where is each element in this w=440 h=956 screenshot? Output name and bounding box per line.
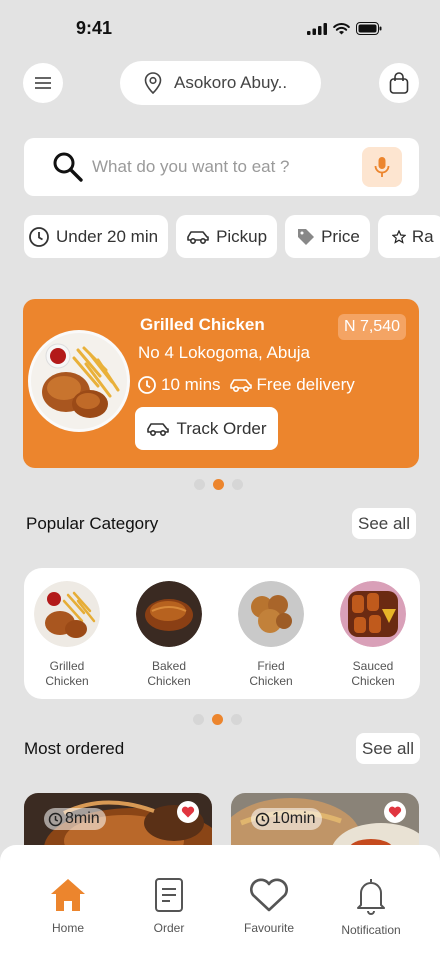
category-grilled-chicken[interactable]: Grilled Chicken [27, 581, 107, 689]
nav-label: Favourite [243, 921, 295, 935]
heart-icon [181, 806, 195, 818]
search-input[interactable]: What do you want to eat ? [92, 157, 290, 177]
fried-chicken-thumb [238, 581, 304, 647]
clock-icon [255, 812, 270, 826]
promo-meta: 10 mins Free delivery [137, 375, 355, 395]
filter-rating[interactable]: Ra [377, 215, 440, 258]
clock-icon [48, 812, 63, 826]
promo-card[interactable]: Grilled Chicken N 7,540 No 4 Lokogoma, A… [23, 299, 419, 468]
car-icon [147, 422, 170, 436]
category-label: Baked Chicken [147, 659, 191, 688]
promo-delivery: Free delivery [256, 375, 355, 394]
filter-label: Under 20 min [56, 226, 159, 246]
category-label: Fried Chicken [249, 659, 293, 688]
search-bar[interactable]: What do you want to eat ? [24, 138, 419, 196]
nav-label: Notification [341, 923, 401, 937]
category-label: Sauced Chicken [351, 659, 395, 688]
favourite-button[interactable] [177, 801, 199, 823]
filter-chips: Under 20 min Pickup Price Ra [24, 215, 440, 258]
car-icon [187, 230, 209, 244]
carousel-dot[interactable] [231, 714, 242, 725]
nav-favourite[interactable]: Favourite [224, 877, 314, 935]
filter-pickup[interactable]: Pickup [176, 215, 278, 258]
carousel-dot[interactable] [232, 479, 243, 490]
filter-under-20-min[interactable]: Under 20 min [24, 215, 169, 258]
location-selector[interactable]: Asokoro Abuy.. [120, 61, 321, 105]
promo-time: 10 mins [161, 375, 221, 394]
bell-icon [357, 879, 385, 915]
carousel-dot[interactable] [194, 479, 205, 490]
cart-button[interactable] [379, 63, 419, 103]
order-icon [155, 878, 183, 912]
clock-icon [29, 226, 49, 247]
category-fried-chicken[interactable]: Fried Chicken [231, 581, 311, 689]
favourite-button[interactable] [384, 801, 406, 823]
hamburger-icon [35, 77, 51, 89]
grilled-chicken-image [28, 330, 130, 432]
home-icon [51, 879, 85, 911]
most-ordered-see-all-button[interactable]: See all [356, 733, 420, 764]
grilled-chicken-thumb [34, 581, 100, 647]
promo-title: Grilled Chicken [140, 315, 265, 334]
popular-see-all-button[interactable]: See all [352, 508, 416, 539]
signal-icon [307, 22, 327, 35]
microphone-icon [374, 157, 390, 177]
sauced-chicken-thumb [340, 581, 406, 647]
nav-label: Order [153, 921, 185, 935]
menu-button[interactable] [23, 63, 63, 103]
popular-category-title: Popular Category [26, 514, 159, 533]
status-time: 9:41 [76, 18, 113, 38]
track-order-label: Track Order [176, 418, 267, 438]
bottom-navigation: Home Order Favourite Notification [0, 845, 440, 956]
promo-address: No 4 Lokogoma, Abuja [138, 343, 311, 362]
shopping-bag-icon [389, 72, 409, 94]
location-text: Asokoro Abuy.. [174, 73, 288, 92]
wifi-icon [333, 22, 350, 34]
promo-price-badge: N 7,540 [337, 314, 406, 340]
promo-carousel-dots [194, 479, 243, 490]
nav-order[interactable]: Order [124, 877, 214, 935]
filter-label: Price [321, 226, 360, 246]
dish-time-badge: 8min [44, 808, 106, 830]
star-icon [391, 229, 406, 244]
popular-category-card: Grilled Chicken Baked Chicken Fried Chicken… [24, 568, 420, 699]
nav-label: Home [51, 921, 84, 935]
search-icon [53, 152, 83, 182]
voice-search-button[interactable] [362, 147, 402, 187]
category-sauced-chicken[interactable]: Sauced Chicken [333, 581, 413, 689]
dish-time-badge: 10min [251, 808, 322, 830]
heart-icon [250, 878, 288, 912]
most-ordered-title: Most ordered [24, 739, 125, 758]
baked-chicken-thumb [136, 581, 202, 647]
filter-label: Pickup [216, 226, 268, 246]
clock-icon [138, 376, 156, 394]
battery-icon [356, 22, 382, 35]
category-carousel-dots [193, 714, 242, 725]
location-pin-icon [144, 72, 162, 94]
nav-notification[interactable]: Notification [326, 877, 416, 937]
carousel-dot-active[interactable] [212, 714, 223, 725]
category-label: Grilled Chicken [45, 659, 89, 688]
dish-time: 10min [272, 810, 316, 827]
status-icons [307, 22, 382, 35]
track-order-button[interactable]: Track Order [135, 407, 278, 450]
carousel-dot-active[interactable] [213, 479, 224, 490]
tag-icon [298, 228, 315, 245]
nav-home[interactable]: Home [23, 877, 113, 935]
carousel-dot[interactable] [193, 714, 204, 725]
dish-time: 8min [65, 810, 100, 827]
category-baked-chicken[interactable]: Baked Chicken [129, 581, 209, 689]
filter-label: Ra [411, 226, 434, 246]
delivery-car-icon [229, 379, 252, 393]
heart-icon [388, 806, 402, 818]
filter-price[interactable]: Price [285, 215, 370, 258]
